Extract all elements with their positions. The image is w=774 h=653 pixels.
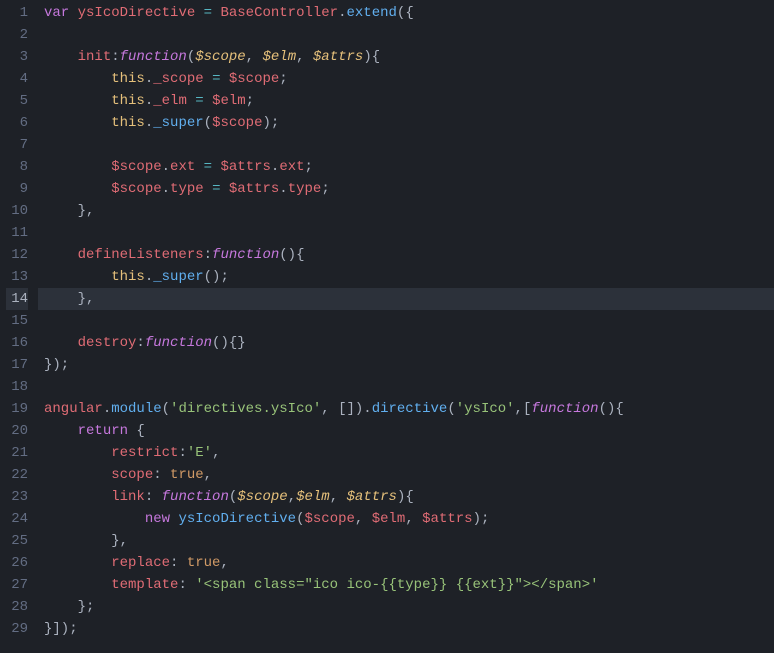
code-line[interactable]: template: '<span class="ico ico-{{type}}… (38, 574, 774, 596)
code-line[interactable]: link: function($scope,$elm, $attrs){ (38, 486, 774, 508)
line-number: 24 (6, 508, 28, 530)
line-number: 20 (6, 420, 28, 442)
code-line[interactable]: angular.module('directives.ysIco', []).d… (38, 398, 774, 420)
code-line[interactable]: new ysIcoDirective($scope, $elm, $attrs)… (38, 508, 774, 530)
line-number: 13 (6, 266, 28, 288)
line-number: 3 (6, 46, 28, 68)
line-number: 4 (6, 68, 28, 90)
line-number: 27 (6, 574, 28, 596)
code-line[interactable]: }, (38, 530, 774, 552)
code-line[interactable]: restrict:'E', (38, 442, 774, 464)
code-line[interactable]: return { (38, 420, 774, 442)
line-number: 18 (6, 376, 28, 398)
line-number: 7 (6, 134, 28, 156)
code-line[interactable]: }; (38, 596, 774, 618)
code-line[interactable]: this._super($scope); (38, 112, 774, 134)
code-line[interactable] (38, 222, 774, 244)
code-line[interactable] (38, 24, 774, 46)
line-number-gutter: 1234567891011121314151617181920212223242… (0, 0, 38, 653)
line-number: 26 (6, 552, 28, 574)
code-line[interactable]: this._elm = $elm; (38, 90, 774, 112)
line-number: 11 (6, 222, 28, 244)
line-number: 29 (6, 618, 28, 640)
code-line[interactable]: var ysIcoDirective = BaseController.exte… (38, 2, 774, 24)
line-number: 22 (6, 464, 28, 486)
code-line[interactable]: this._super(); (38, 266, 774, 288)
line-number: 1 (6, 2, 28, 24)
line-number: 21 (6, 442, 28, 464)
code-line[interactable]: $scope.type = $attrs.type; (38, 178, 774, 200)
line-number: 6 (6, 112, 28, 134)
line-number: 25 (6, 530, 28, 552)
line-number: 14 (6, 288, 28, 310)
code-line[interactable]: replace: true, (38, 552, 774, 574)
code-line[interactable] (38, 376, 774, 398)
code-line[interactable]: init:function($scope, $elm, $attrs){ (38, 46, 774, 68)
line-number: 5 (6, 90, 28, 112)
code-line[interactable]: this._scope = $scope; (38, 68, 774, 90)
code-line[interactable] (38, 134, 774, 156)
line-number: 19 (6, 398, 28, 420)
line-number: 16 (6, 332, 28, 354)
line-number: 2 (6, 24, 28, 46)
line-number: 23 (6, 486, 28, 508)
code-line[interactable]: defineListeners:function(){ (38, 244, 774, 266)
line-number: 12 (6, 244, 28, 266)
code-line[interactable]: destroy:function(){} (38, 332, 774, 354)
code-line[interactable]: scope: true, (38, 464, 774, 486)
code-line[interactable]: }]); (38, 618, 774, 640)
line-number: 9 (6, 178, 28, 200)
line-number: 8 (6, 156, 28, 178)
line-number: 17 (6, 354, 28, 376)
code-area[interactable]: var ysIcoDirective = BaseController.exte… (38, 0, 774, 653)
line-number: 15 (6, 310, 28, 332)
line-number: 28 (6, 596, 28, 618)
code-line[interactable]: }); (38, 354, 774, 376)
code-line[interactable]: $scope.ext = $attrs.ext; (38, 156, 774, 178)
code-line[interactable]: }, (38, 200, 774, 222)
code-line[interactable] (38, 310, 774, 332)
code-editor[interactable]: 1234567891011121314151617181920212223242… (0, 0, 774, 653)
code-line[interactable]: }, (38, 288, 774, 310)
line-number: 10 (6, 200, 28, 222)
